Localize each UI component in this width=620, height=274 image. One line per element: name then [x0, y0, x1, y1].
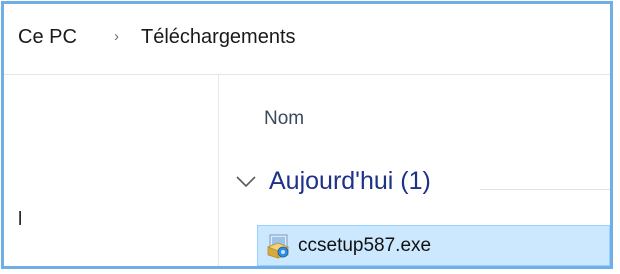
navigation-pane: l	[4, 75, 219, 266]
breadcrumb-this-pc[interactable]: Ce PC	[18, 26, 77, 49]
group-header-today[interactable]: Aujourd'hui (1)	[232, 167, 610, 207]
breadcrumb-separator-icon[interactable]: ›	[114, 28, 119, 45]
breadcrumb-downloads[interactable]: Téléchargements	[141, 26, 296, 49]
installer-icon	[266, 234, 290, 259]
file-name: ccsetup587.exe	[298, 235, 432, 256]
file-list-pane: Nom Aujourd'hui (1) ccsetup587.exe	[220, 75, 610, 266]
group-divider	[480, 189, 610, 190]
address-bar[interactable]: Ce PC › Téléchargements	[4, 4, 610, 75]
nav-item-partial[interactable]: l	[18, 209, 22, 231]
group-label: Aujourd'hui (1)	[269, 167, 431, 195]
column-header-name[interactable]: Nom	[264, 108, 304, 130]
file-row[interactable]: ccsetup587.exe	[257, 225, 610, 266]
explorer-window: Ce PC › Téléchargements l Nom Aujourd'hu…	[1, 1, 613, 269]
chevron-down-icon[interactable]	[232, 167, 260, 195]
